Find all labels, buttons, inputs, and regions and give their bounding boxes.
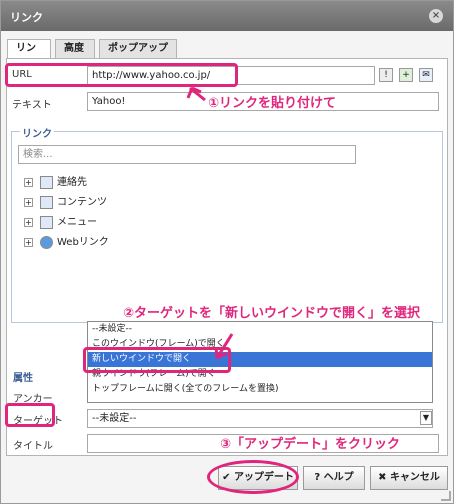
tree-label: 連絡先 <box>57 177 87 188</box>
help-button-label: ヘルプ <box>323 472 354 483</box>
menu-icon <box>40 215 53 229</box>
browse-icon[interactable]: ! <box>379 68 393 82</box>
tree-item-contents[interactable]: + コンテンツ <box>24 195 107 211</box>
dialog-title: リンク <box>10 11 43 24</box>
search-input[interactable]: 検索... <box>18 145 356 164</box>
target-option-top[interactable]: トップフレームに開く(全てのフレームを置換) <box>88 382 432 397</box>
dialog-titlebar[interactable]: リンク × <box>1 1 453 31</box>
expand-icon[interactable]: + <box>24 217 33 227</box>
update-highlight <box>207 460 299 494</box>
annotation-step1: ①リンクを貼り付けて <box>208 96 337 111</box>
new-window-highlight <box>83 347 231 373</box>
tree-label: コンテンツ <box>57 197 107 208</box>
link-group-title: リンク <box>20 125 54 140</box>
tree-item-contacts[interactable]: + 連絡先 <box>24 175 87 191</box>
cancel-button[interactable]: ✖ キャンセル <box>370 466 448 490</box>
close-icon[interactable]: × <box>429 9 443 23</box>
contents-icon <box>40 195 53 209</box>
help-button[interactable]: ? ヘルプ <box>303 466 365 490</box>
tree-label: Webリンク <box>57 237 109 248</box>
annotation-step3: ③「アップデート」をクリック <box>220 437 401 452</box>
attributes-title: 属性 <box>13 373 33 384</box>
expand-icon[interactable]: + <box>24 197 33 207</box>
tree-label: メニュー <box>57 217 97 228</box>
tree-item-menu[interactable]: + メニュー <box>24 215 97 231</box>
tab-advanced[interactable]: 高度 <box>55 39 95 59</box>
annotation-step2: ②ターゲットを「新しいウインドウで開く」を選択 <box>123 306 421 321</box>
email-icon[interactable]: ✉ <box>419 68 433 82</box>
url-highlight <box>5 63 238 87</box>
globe-icon <box>40 235 53 249</box>
cancel-button-label: キャンセル <box>389 472 440 483</box>
target-option-unset[interactable]: --未設定-- <box>88 322 432 337</box>
chevron-down-icon[interactable]: ▼ <box>420 411 432 425</box>
tab-link[interactable]: リンク <box>7 39 51 72</box>
tab-popup[interactable]: ポップアップ <box>99 39 177 59</box>
tree-item-weblinks[interactable]: + Webリンク <box>24 235 109 251</box>
target-select[interactable]: --未設定-- <box>87 409 433 428</box>
text-label: テキスト <box>12 100 52 111</box>
title-label: タイトル <box>13 441 53 452</box>
resize-grip[interactable] <box>441 491 451 501</box>
add-page-icon[interactable]: + <box>399 68 413 82</box>
contacts-icon <box>40 175 53 189</box>
expand-icon[interactable]: + <box>24 177 33 187</box>
expand-icon[interactable]: + <box>24 237 33 247</box>
target-highlight <box>5 403 55 427</box>
